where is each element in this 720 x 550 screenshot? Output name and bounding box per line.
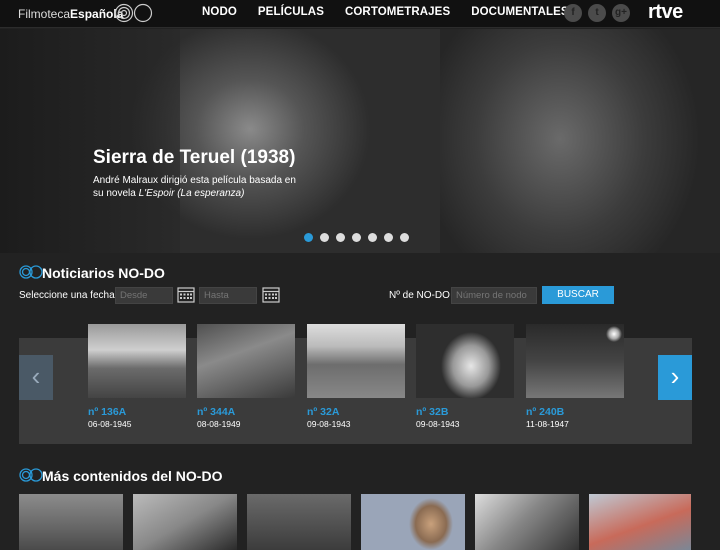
nodo-date: 09-08-1943 xyxy=(416,419,460,429)
nodo-section-icon xyxy=(19,265,43,279)
hero-desc-italic: L'Espoir (La esperanza) xyxy=(138,187,245,199)
hero-title[interactable]: Sierra de Teruel (1938) xyxy=(93,147,295,169)
nodo-date: 06-08-1945 xyxy=(88,419,132,429)
nodo-thumbnail[interactable] xyxy=(88,324,186,398)
nodo-item[interactable]: nº 32A 09-08-1943 xyxy=(307,324,405,429)
content-thumbnail[interactable] xyxy=(19,494,123,550)
nodo-thumbnail[interactable] xyxy=(526,324,624,398)
hero-image-right xyxy=(440,29,720,253)
top-bar: FilmotecaEspañola NODO PELÍCULAS CORTOME… xyxy=(0,0,720,28)
content-thumbnail[interactable] xyxy=(475,494,579,550)
nodo-item[interactable]: nº 136A 06-08-1945 xyxy=(88,324,186,429)
hero-description: André Malraux dirigió esta película basa… xyxy=(93,175,303,200)
nodo-thumbnail[interactable] xyxy=(416,324,514,398)
date-from-input[interactable] xyxy=(115,287,173,304)
section-title-noticiarios: Noticiarios NO-DO xyxy=(42,265,165,281)
content-thumbnail[interactable] xyxy=(133,494,237,550)
hero-shade xyxy=(0,29,180,253)
slider-dot[interactable] xyxy=(400,233,409,242)
nodo-number-label: Nº de NO-DO xyxy=(389,290,450,301)
rtve-logo[interactable]: rtve xyxy=(648,1,683,24)
slider-dot[interactable] xyxy=(336,233,345,242)
nodo-number[interactable]: nº 136A xyxy=(88,406,186,418)
search-button[interactable]: BUSCAR xyxy=(542,286,614,304)
content-thumbnail[interactable] xyxy=(247,494,351,550)
carousel-next-button[interactable]: › xyxy=(658,355,692,400)
nodo-thumbnail[interactable] xyxy=(197,324,295,398)
nav-cortometrajes[interactable]: CORTOMETRAJES xyxy=(345,6,450,18)
slider-dot[interactable] xyxy=(384,233,393,242)
nodo-number[interactable]: nº 32B xyxy=(416,406,514,418)
nodo-number[interactable]: nº 344A xyxy=(197,406,295,418)
slider-dot[interactable] xyxy=(368,233,377,242)
twitter-icon[interactable]: t xyxy=(588,4,606,22)
nodo-number[interactable]: nº 32A xyxy=(307,406,405,418)
slider-dots xyxy=(304,233,409,242)
nodo-thumbnail[interactable] xyxy=(307,324,405,398)
slider-dot[interactable] xyxy=(352,233,361,242)
main-nav: NODO PELÍCULAS CORTOMETRAJES DOCUMENTALE… xyxy=(202,6,590,18)
facebook-icon[interactable]: f xyxy=(564,4,582,22)
slider-dot[interactable] xyxy=(304,233,313,242)
nodo-number-input[interactable] xyxy=(451,287,537,304)
logo-text-light: Filmoteca xyxy=(18,7,71,21)
nav-nodo[interactable]: NODO xyxy=(202,6,237,18)
date-label: Seleccione una fecha xyxy=(19,290,115,301)
nodo-item[interactable]: nº 32B 09-08-1943 xyxy=(416,324,514,429)
nodo-date: 08-08-1949 xyxy=(197,419,241,429)
section-title-mas-contenidos: Más contenidos del NO-DO xyxy=(42,468,223,484)
nodo-date: 09-08-1943 xyxy=(307,419,351,429)
calendar-icon[interactable] xyxy=(177,286,195,303)
nav-documentales[interactable]: DOCUMENTALES xyxy=(471,6,568,18)
filmoteca-logo-mark-icon xyxy=(114,3,153,23)
filmoteca-logo[interactable]: FilmotecaEspañola xyxy=(18,7,123,21)
content-thumbnail[interactable] xyxy=(589,494,691,550)
nodo-item[interactable]: nº 344A 08-08-1949 xyxy=(197,324,295,429)
nav-peliculas[interactable]: PELÍCULAS xyxy=(258,6,324,18)
hero-slider[interactable]: Sierra de Teruel (1938) André Malraux di… xyxy=(0,29,720,253)
date-to-input[interactable] xyxy=(199,287,257,304)
mas-section-icon xyxy=(19,468,43,482)
nodo-item[interactable]: nº 240B 11-08-1947 xyxy=(526,324,624,429)
google-plus-icon[interactable]: g+ xyxy=(612,4,630,22)
content-thumbnail[interactable] xyxy=(361,494,465,550)
calendar-icon[interactable] xyxy=(262,286,280,303)
nodo-number[interactable]: nº 240B xyxy=(526,406,624,418)
slider-dot[interactable] xyxy=(320,233,329,242)
nodo-date: 11-08-1947 xyxy=(526,419,569,429)
carousel-prev-button[interactable]: ‹ xyxy=(19,355,53,400)
